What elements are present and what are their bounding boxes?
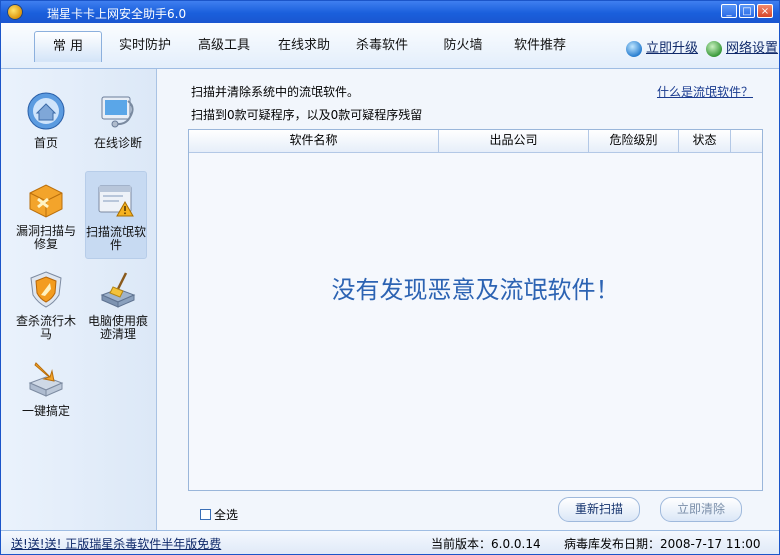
main-window: 瑞星卡卡上网安全助手6.0 _ □ × 常 用 实时防护 高级工具 在线求助 杀…: [0, 0, 780, 555]
sidebar-item-label: 一键搞定: [21, 404, 70, 418]
scan-summary: 扫描到0款可疑程序，以及0款可疑程序残留: [191, 108, 423, 122]
maximize-button[interactable]: □: [739, 4, 755, 18]
repair-box-icon: [26, 179, 66, 219]
app-logo-icon: [7, 4, 23, 20]
home-icon: [26, 91, 66, 131]
tab-online-help[interactable]: 在线求助: [272, 31, 336, 61]
warning-window-icon: [96, 180, 136, 220]
close-button[interactable]: ×: [757, 4, 773, 18]
title-bar[interactable]: 瑞星卡卡上网安全助手6.0 _ □ ×: [1, 1, 779, 23]
sidebar-item-trojan-scan[interactable]: 查杀流行木马: [15, 269, 77, 341]
rescan-button[interactable]: 重新扫描: [558, 497, 640, 522]
sidebar-item-rogue-scan[interactable]: 扫描流氓软件: [85, 171, 147, 259]
select-all-checkbox[interactable]: 全选: [200, 506, 238, 523]
network-settings-link[interactable]: 网络设置: [706, 40, 778, 58]
column-header-software-name[interactable]: 软件名称: [189, 130, 439, 152]
column-header-spacer: [731, 130, 762, 152]
sidebar-item-label: 漏洞扫描与修复: [15, 224, 76, 251]
network-settings-icon: [706, 41, 722, 57]
sidebar-item-label: 首页: [33, 136, 58, 150]
window-controls: _ □ ×: [721, 4, 773, 18]
clear-now-button[interactable]: 立即清除: [660, 497, 742, 522]
checkbox-box[interactable]: [200, 509, 211, 520]
sidebar-item-trace-cleanup[interactable]: 电脑使用痕迹清理: [87, 269, 149, 341]
select-all-label: 全选: [214, 508, 239, 522]
tab-antivirus[interactable]: 杀毒软件: [350, 31, 414, 61]
tab-software-recommend[interactable]: 软件推荐: [508, 31, 572, 61]
tab-advanced-tools[interactable]: 高级工具: [192, 31, 256, 61]
status-bar: 送!送!送! 正版瑞星杀毒软件半年版免费 当前版本：6.0.0.14 病毒库发布…: [1, 530, 779, 554]
tab-firewall[interactable]: 防火墙: [437, 31, 489, 61]
upgrade-link[interactable]: 立即升级: [626, 40, 698, 58]
tab-common[interactable]: 常 用: [34, 31, 102, 62]
broom-disk-icon: [98, 269, 138, 309]
sidebar-item-online-diagnosis[interactable]: 在线诊断: [87, 91, 149, 150]
trojan-shield-icon: [26, 269, 66, 309]
empty-result-message: 没有发现恶意及流氓软件！: [331, 276, 620, 304]
column-header-risk-level[interactable]: 危险级别: [589, 130, 679, 152]
window-title: 瑞星卡卡上网安全助手6.0: [47, 7, 187, 21]
sidebar-item-label: 在线诊断: [93, 136, 142, 150]
sidebar-item-vulnerability-repair[interactable]: 漏洞扫描与修复: [15, 179, 77, 251]
one-click-icon: [26, 359, 66, 399]
column-header-company[interactable]: 出品公司: [439, 130, 589, 152]
tab-realtime-protection[interactable]: 实时防护: [113, 31, 177, 61]
sidebar-item-label: 查杀流行木马: [15, 314, 76, 341]
virus-db-date: 病毒库发布日期：2008-7-17 11:00: [564, 537, 761, 551]
promo-link[interactable]: 送!送!送! 正版瑞星杀毒软件半年版免费: [11, 535, 221, 552]
sidebar-item-label: 扫描流氓软件: [86, 225, 147, 252]
nav-bar: 常 用 实时防护 高级工具 在线求助 杀毒软件 防火墙 软件推荐 立即升级 网络…: [1, 23, 779, 69]
table-header: 软件名称 出品公司 危险级别 状态: [189, 130, 762, 153]
minimize-button[interactable]: _: [721, 4, 737, 18]
stethoscope-monitor-icon: [98, 91, 138, 131]
what-is-rogue-software-link[interactable]: 什么是流氓软件？: [657, 83, 753, 100]
sidebar-item-label: 电脑使用痕迹清理: [87, 314, 148, 341]
sidebar-item-home[interactable]: 首页: [15, 91, 77, 150]
sidebar: 首页 在线诊断 漏洞扫描与修复 扫描流氓软件 查杀流行木马 电脑使用痕迹清理 一…: [1, 69, 157, 530]
column-header-status[interactable]: 状态: [679, 130, 731, 152]
current-version: 当前版本：6.0.0.14: [431, 537, 541, 551]
scan-description: 扫描并清除系统中的流氓软件。: [191, 85, 360, 99]
sidebar-item-one-click[interactable]: 一键搞定: [15, 359, 77, 418]
upgrade-globe-icon: [626, 41, 642, 57]
results-table[interactable]: 软件名称 出品公司 危险级别 状态 没有发现恶意及流氓软件！: [188, 129, 763, 491]
main-panel: 扫描并清除系统中的流氓软件。 扫描到0款可疑程序，以及0款可疑程序残留 什么是流…: [157, 69, 779, 530]
